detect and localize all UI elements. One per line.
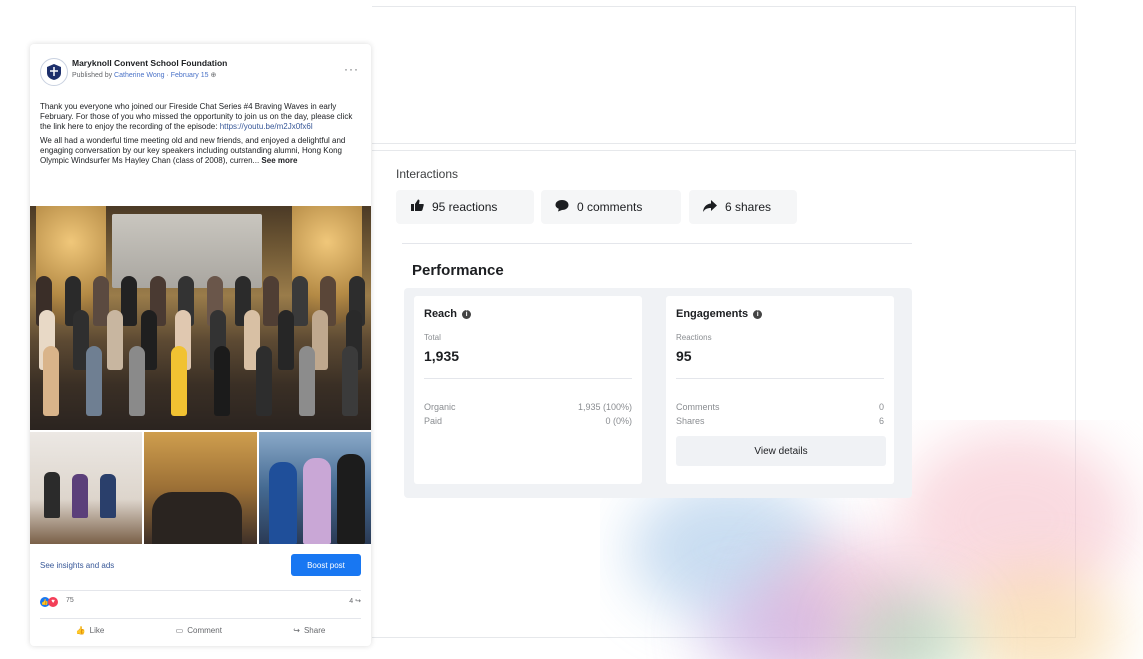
post-paragraph-2-text: We all had a wonderful time meeting old … xyxy=(40,136,346,165)
share-count-value: 4 xyxy=(349,598,354,605)
post-card: Maryknoll Convent School Foundation Publ… xyxy=(30,44,371,646)
info-icon[interactable]: i xyxy=(753,309,763,319)
page-logo[interactable] xyxy=(40,58,68,86)
comments-chip[interactable]: 0 comments xyxy=(541,190,681,224)
engagements-shares-value: 6 xyxy=(878,416,884,426)
published-by-label: Published by xyxy=(72,72,113,79)
reactions-chip-label: 95 reactions xyxy=(432,200,498,214)
engagements-divider xyxy=(676,378,884,379)
reaction-count[interactable]: 75 xyxy=(66,597,74,604)
info-icon[interactable]: i xyxy=(462,309,472,319)
like-label: Like xyxy=(89,625,105,635)
page-name[interactable]: Maryknoll Convent School Foundation xyxy=(72,58,227,68)
shares-chip-label: 6 shares xyxy=(725,200,772,214)
love-reaction-icon: ♥ xyxy=(48,597,58,607)
post-photo-thumb-2[interactable] xyxy=(144,432,257,544)
shares-chip[interactable]: 6 shares xyxy=(689,190,797,224)
comments-chip-label: 0 comments xyxy=(577,200,643,214)
share-icon: ↪ xyxy=(293,625,300,635)
share-count[interactable]: 4 ↪ xyxy=(349,597,361,605)
reach-sublabel: Total xyxy=(424,333,441,342)
reactions-summary: 👍 ♥ 75 4 ↪ xyxy=(40,590,361,611)
like-button[interactable]: 👍 Like xyxy=(76,626,105,635)
comment-button[interactable]: ▭ Comment xyxy=(176,626,222,635)
interactions-title: Interactions xyxy=(396,167,459,181)
comment-label: Comment xyxy=(187,625,222,635)
post-photo-main[interactable] xyxy=(30,206,371,430)
post-header: Maryknoll Convent School Foundation Publ… xyxy=(30,44,371,98)
reach-organic-value: 1,935 (100%) xyxy=(577,402,632,412)
share-arrow-icon: ↪ xyxy=(355,598,361,605)
share-arrow-icon xyxy=(703,199,717,215)
post-paragraph-2: We all had a wonderful time meeting old … xyxy=(40,136,361,166)
insights-row: See insights and ads Boost post xyxy=(30,550,371,580)
comment-icon: ▭ xyxy=(175,625,184,635)
post-photo-thumb-1[interactable] xyxy=(30,432,143,544)
post-photo-grid xyxy=(30,432,371,544)
engagements-comments-label: Comments xyxy=(676,402,720,412)
dot-separator: · xyxy=(166,72,169,79)
engagements-reactions-value: 95 xyxy=(676,348,692,364)
reach-title: Reach i xyxy=(424,308,472,320)
engagements-title: Engagements i xyxy=(676,308,763,320)
boost-post-button[interactable]: Boost post xyxy=(291,554,361,576)
reach-card: Reach i Total 1,935 Organic 1,935 (100%)… xyxy=(414,296,642,484)
school-crest-icon xyxy=(47,64,61,80)
episode-link[interactable]: https://youtu.be/m2Jx0fx6l xyxy=(220,122,313,131)
post-meta: Published by Catherine Wong · February 1… xyxy=(72,71,216,79)
thumbs-up-icon: 👍 xyxy=(75,625,86,635)
reach-title-text: Reach xyxy=(424,308,458,320)
top-panel xyxy=(372,6,1076,144)
engagements-comments-value: 0 xyxy=(878,402,884,412)
post-actions: 👍 Like ▭ Comment ↪ Share xyxy=(40,618,361,641)
see-more-link[interactable]: See more xyxy=(261,156,297,165)
reach-organic-label: Organic xyxy=(424,402,456,412)
reach-divider xyxy=(424,378,632,379)
section-divider xyxy=(402,243,912,244)
view-details-button[interactable]: View details xyxy=(676,436,886,466)
engagements-card: Engagements i Reactions 95 Comments 0 Sh… xyxy=(666,296,894,484)
post-paragraph-1: Thank you everyone who joined our Firesi… xyxy=(40,102,361,132)
reactions-chip[interactable]: 95 reactions xyxy=(396,190,534,224)
reaction-icons[interactable]: 👍 ♥ xyxy=(40,597,58,607)
post-text: Thank you everyone who joined our Firesi… xyxy=(30,102,371,166)
see-insights-link[interactable]: See insights and ads xyxy=(40,561,114,570)
reach-paid-value: 0 (0%) xyxy=(605,416,632,426)
thumbs-up-icon xyxy=(410,199,424,215)
crowd-front-row xyxy=(30,346,371,416)
globe-icon: ⊕ xyxy=(210,72,217,79)
engagements-title-text: Engagements xyxy=(676,308,749,320)
performance-title: Performance xyxy=(412,262,504,279)
reach-paid-label: Paid xyxy=(424,416,443,426)
engagements-sublabel: Reactions xyxy=(676,333,712,342)
engagements-shares-label: Shares xyxy=(676,416,705,426)
more-options-icon[interactable]: ··· xyxy=(344,62,359,76)
post-author[interactable]: Catherine Wong xyxy=(114,72,164,79)
share-label: Share xyxy=(303,625,326,635)
share-button[interactable]: ↪ Share xyxy=(293,626,325,635)
comment-bubble-icon xyxy=(555,199,569,215)
post-date[interactable]: February 15 xyxy=(171,72,209,79)
post-photo-thumb-3[interactable] xyxy=(258,432,371,544)
reach-total-value: 1,935 xyxy=(424,348,460,364)
performance-panel: Reach i Total 1,935 Organic 1,935 (100%)… xyxy=(404,288,912,498)
